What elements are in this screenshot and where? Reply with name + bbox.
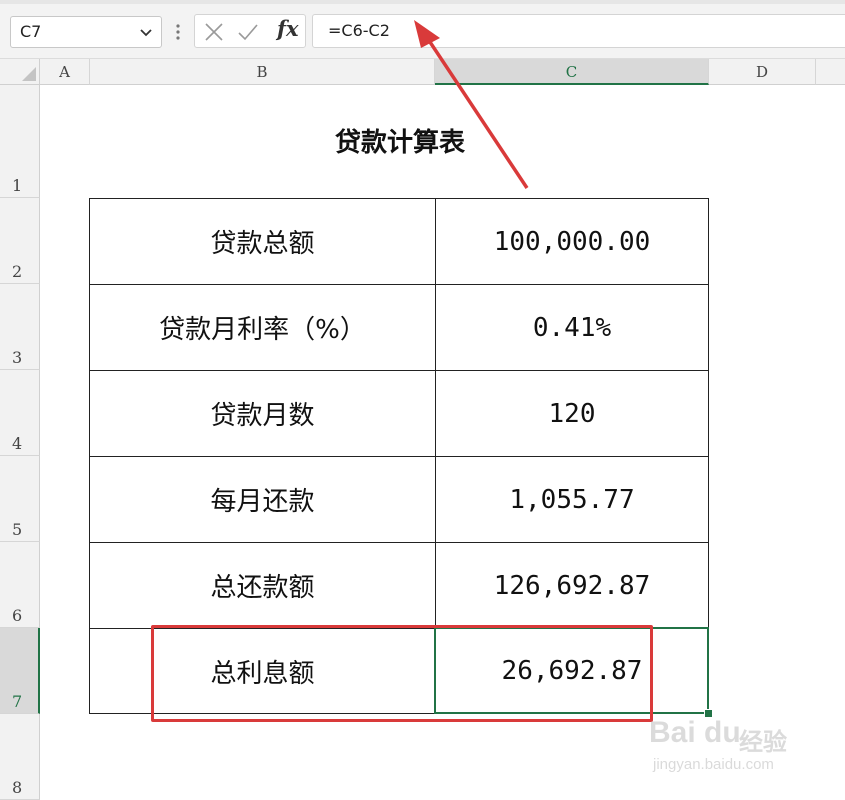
row-header-1[interactable]: 1 — [0, 85, 40, 198]
column-header-c[interactable]: C — [435, 59, 709, 85]
cell-b5[interactable]: 每月还款 — [89, 456, 436, 543]
more-options-icon[interactable] — [174, 22, 182, 42]
cell-b2[interactable]: 贷款总额 — [89, 198, 436, 285]
cell-c5[interactable]: 1,055.77 — [435, 456, 709, 543]
cell-b3[interactable]: 贷款月利率（%） — [89, 284, 436, 371]
watermark-logo: Bai du — [649, 716, 741, 749]
column-header-e[interactable] — [816, 59, 845, 85]
select-all-corner[interactable] — [0, 59, 40, 85]
row-header-4[interactable]: 4 — [0, 370, 40, 456]
column-header-b[interactable]: B — [90, 59, 435, 85]
row-header-3[interactable]: 3 — [0, 284, 40, 370]
cell-b4[interactable]: 贷款月数 — [89, 370, 436, 457]
cell-c2[interactable]: 100,000.00 — [435, 198, 709, 285]
row-header-8[interactable]: 8 — [0, 714, 40, 800]
cell-c4[interactable]: 120 — [435, 370, 709, 457]
enter-check-icon[interactable] — [237, 21, 259, 43]
column-header-a[interactable]: A — [40, 59, 90, 85]
name-box[interactable]: C7 — [10, 16, 162, 48]
formula-text: =C6-C2 — [328, 21, 390, 40]
cell-b6[interactable]: 总还款额 — [89, 542, 436, 629]
row-header-7[interactable]: 7 — [0, 628, 40, 714]
cell-c3[interactable]: 0.41% — [435, 284, 709, 371]
formula-actions: fx — [194, 14, 306, 48]
row-header-6[interactable]: 6 — [0, 542, 40, 628]
ribbon-edge — [0, 0, 845, 4]
sheet-title[interactable]: 贷款计算表 — [236, 122, 564, 159]
column-header-d[interactable]: D — [709, 59, 816, 85]
chevron-down-icon[interactable] — [137, 23, 155, 41]
highlight-box — [151, 625, 653, 722]
row-header-2[interactable]: 2 — [0, 198, 40, 284]
cancel-icon[interactable] — [203, 21, 225, 43]
insert-function-button[interactable]: fx — [277, 16, 299, 41]
cell-c6[interactable]: 126,692.87 — [435, 542, 709, 629]
row-header-5[interactable]: 5 — [0, 456, 40, 542]
formula-bar: C7 fx =C6-C2 — [0, 0, 845, 59]
name-box-value: C7 — [20, 22, 42, 41]
baidu-jingyan-watermark: Bai du 经验 jingyan.baidu.com — [643, 708, 833, 788]
watermark-jingyan: 经验 — [739, 728, 787, 756]
watermark-url: jingyan.baidu.com — [653, 756, 774, 773]
formula-input[interactable]: =C6-C2 — [312, 14, 845, 48]
